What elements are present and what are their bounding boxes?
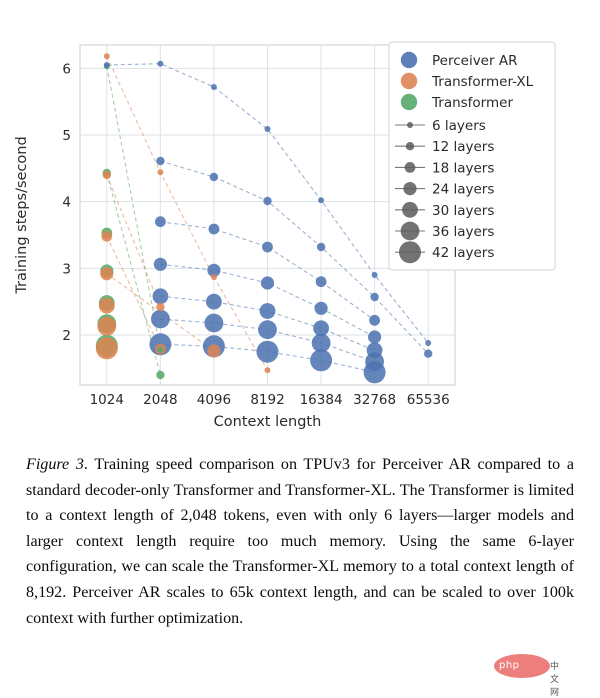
data-point-marker bbox=[369, 314, 380, 326]
x-tick-label: 16384 bbox=[300, 392, 343, 408]
watermark: php 中文网 bbox=[494, 652, 566, 698]
legend-color-swatch bbox=[400, 72, 418, 90]
data-point-marker bbox=[98, 297, 115, 314]
data-point-marker bbox=[311, 333, 331, 353]
y-tick-label: 5 bbox=[62, 128, 71, 144]
legend-color-swatch bbox=[400, 51, 418, 69]
data-point-marker bbox=[313, 320, 329, 337]
x-axis-label: Context length bbox=[214, 414, 322, 430]
data-point-marker bbox=[210, 84, 217, 90]
data-point-marker bbox=[371, 272, 378, 278]
legend-size-marker bbox=[403, 182, 417, 196]
caption-text: . Training speed comparison on TPUv3 for… bbox=[26, 456, 574, 627]
legend-item-42-layers[interactable]: 42 layers bbox=[395, 241, 494, 264]
data-point-marker bbox=[370, 292, 379, 302]
data-point-marker bbox=[156, 302, 165, 312]
legend-label: 36 layers bbox=[432, 224, 494, 240]
legend-size-marker bbox=[405, 142, 415, 151]
figure-3: 2 3 4 5 6 1024 2048 4096 8192 16384 32768 65536 Cont… bbox=[0, 0, 600, 440]
data-point-marker bbox=[210, 274, 217, 280]
legend-label: 6 layers bbox=[432, 118, 486, 134]
y-axis-label: Training steps/second bbox=[14, 136, 30, 294]
y-tick-label: 6 bbox=[62, 61, 71, 77]
legend-label: 18 layers bbox=[432, 160, 494, 176]
data-point-marker bbox=[102, 170, 112, 180]
legend-size-marker bbox=[402, 201, 418, 218]
legend-size-marker bbox=[404, 162, 416, 173]
data-point-marker bbox=[314, 301, 328, 315]
data-point-marker bbox=[264, 367, 271, 374]
data-point-marker bbox=[316, 242, 326, 252]
data-point-marker bbox=[366, 342, 383, 359]
data-point-marker bbox=[209, 172, 219, 182]
data-point-marker bbox=[101, 230, 113, 242]
legend-label: Transformer bbox=[431, 95, 513, 111]
x-tick-label: 32768 bbox=[353, 392, 396, 408]
legend-color-swatch bbox=[400, 93, 418, 111]
data-point-marker bbox=[368, 330, 382, 344]
legend-size-marker bbox=[399, 241, 421, 264]
data-point-marker bbox=[256, 340, 279, 363]
y-tick-label: 3 bbox=[62, 261, 71, 277]
data-point-marker bbox=[156, 370, 165, 380]
data-point-marker bbox=[100, 267, 114, 281]
data-point-marker bbox=[424, 349, 433, 358]
data-point-marker bbox=[157, 60, 164, 67]
legend-label: 24 layers bbox=[432, 182, 494, 198]
x-tick-label: 1024 bbox=[90, 392, 124, 408]
data-point-marker bbox=[95, 337, 118, 360]
training-speed-scatter-chart: 2 3 4 5 6 1024 2048 4096 8192 16384 32768 65536 Cont… bbox=[14, 41, 556, 430]
legend-size-marker bbox=[400, 221, 420, 241]
data-point-marker bbox=[260, 276, 275, 290]
chart-legend: Perceiver AR Transformer-XL Transformer 6 l… bbox=[388, 41, 556, 271]
data-point-marker bbox=[310, 349, 333, 372]
legend-item-36-layers[interactable]: 36 layers bbox=[395, 221, 494, 241]
data-point-marker bbox=[258, 320, 277, 340]
data-point-marker bbox=[152, 288, 169, 305]
legend-item-30-layers[interactable]: 30 layers bbox=[395, 201, 494, 219]
figure-number: Figure 3 bbox=[26, 456, 84, 473]
legend-label: 42 layers bbox=[432, 245, 494, 261]
figure-caption: Figure 3. Training speed comparison on T… bbox=[26, 452, 574, 631]
watermark-blob bbox=[494, 654, 550, 678]
legend-label: Transformer-XL bbox=[431, 74, 534, 90]
watermark-suffix: 中文网 bbox=[550, 662, 560, 698]
data-point-marker bbox=[103, 53, 110, 60]
data-point-marker bbox=[155, 216, 166, 228]
legend-label: 12 layers bbox=[432, 139, 494, 155]
data-point-marker bbox=[262, 241, 273, 253]
data-point-marker bbox=[97, 316, 117, 336]
data-point-marker bbox=[156, 156, 165, 166]
data-point-marker bbox=[206, 293, 222, 310]
data-point-marker bbox=[263, 196, 272, 206]
data-point-marker bbox=[264, 126, 271, 132]
data-point-marker bbox=[157, 346, 164, 353]
legend-size-marker bbox=[407, 122, 413, 128]
data-point-marker bbox=[153, 257, 167, 271]
y-tick-label: 2 bbox=[62, 328, 71, 344]
data-point-marker bbox=[157, 169, 164, 176]
data-point-marker bbox=[151, 309, 170, 329]
legend-label: Perceiver AR bbox=[432, 53, 517, 69]
watermark-brand: php bbox=[499, 660, 520, 671]
x-tick-label: 65536 bbox=[407, 392, 450, 408]
x-tick-label: 4096 bbox=[197, 392, 231, 408]
x-tick-label: 8192 bbox=[250, 392, 284, 408]
x-tick-label: 2048 bbox=[143, 392, 177, 408]
data-point-marker bbox=[315, 276, 327, 288]
y-tick-label: 4 bbox=[62, 195, 71, 211]
legend-label: 30 layers bbox=[432, 203, 494, 219]
data-point-marker bbox=[207, 344, 221, 358]
data-point-marker bbox=[103, 62, 110, 68]
data-point-marker bbox=[204, 313, 224, 333]
data-point-marker bbox=[425, 340, 432, 346]
data-point-marker bbox=[208, 223, 220, 235]
data-point-marker bbox=[259, 303, 276, 319]
data-point-marker bbox=[318, 197, 325, 204]
